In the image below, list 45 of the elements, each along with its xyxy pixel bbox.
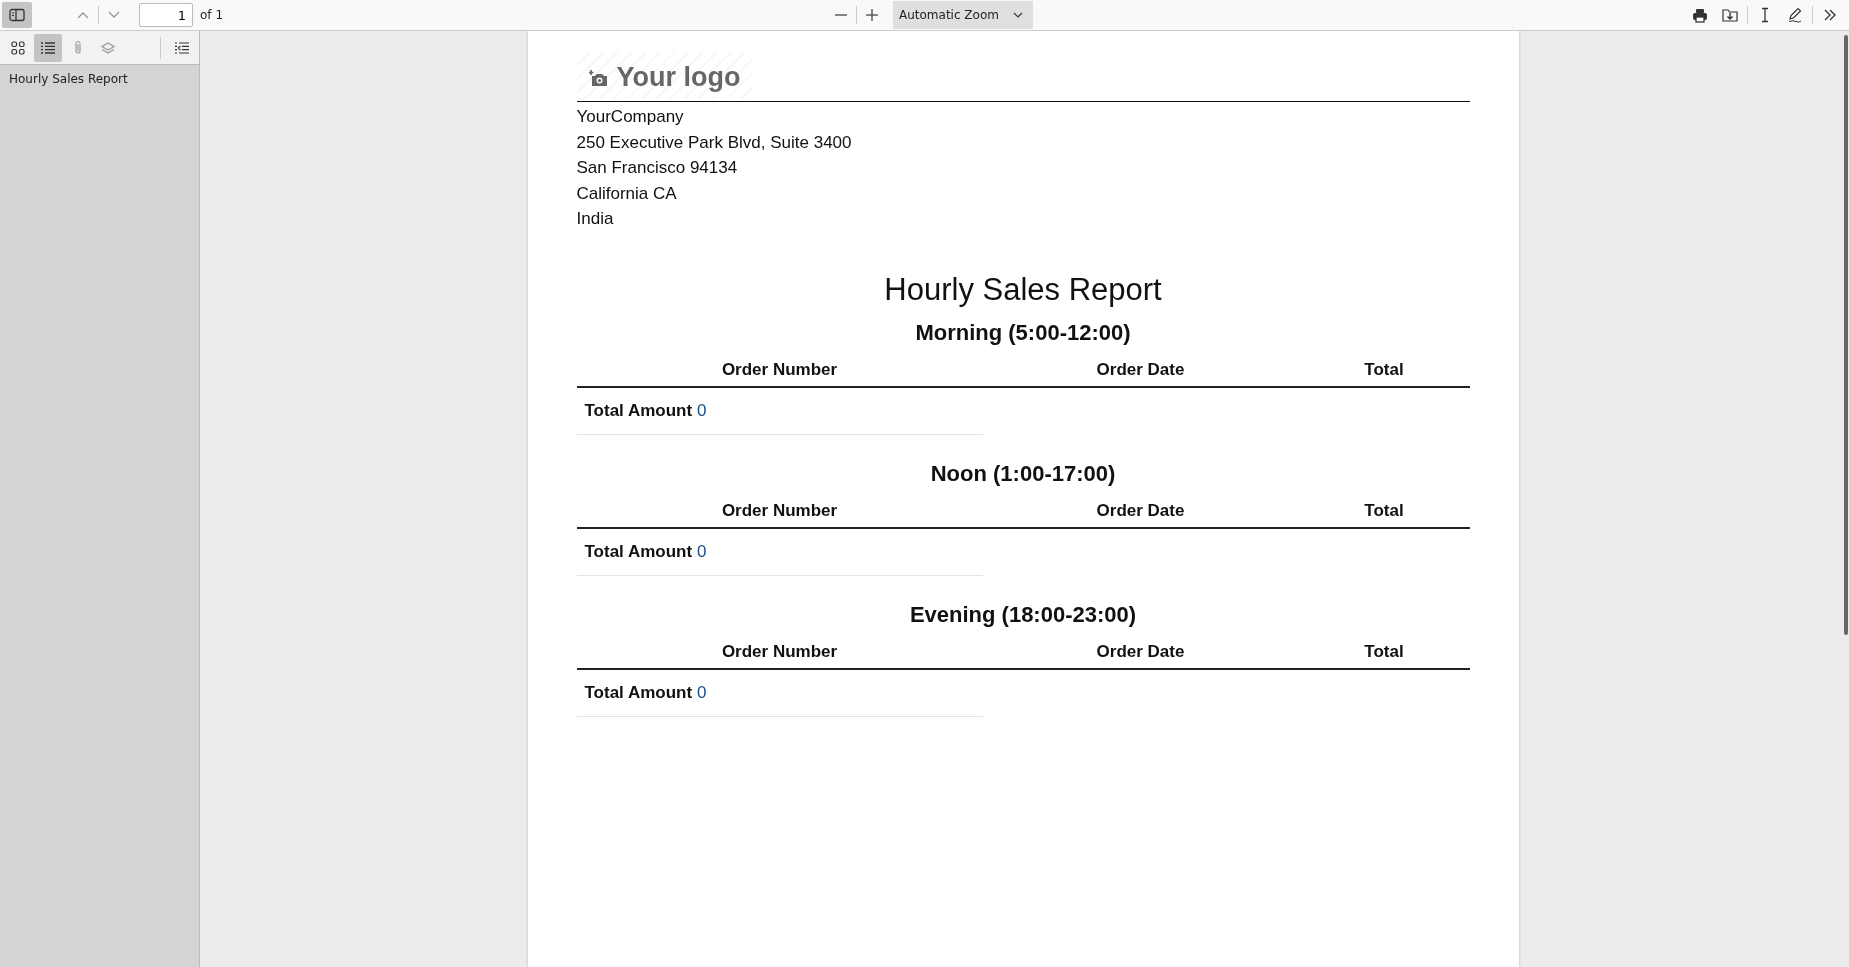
column-header: Total	[1298, 492, 1470, 528]
total-amount: Total Amount 0	[576, 527, 983, 575]
indented-list-icon	[174, 40, 190, 55]
chevron-down-icon	[107, 10, 121, 20]
column-header: Order Number	[576, 492, 983, 528]
page-number-field[interactable]: 1	[139, 3, 193, 27]
grid-icon	[11, 40, 25, 55]
column-header: Total	[1298, 633, 1470, 669]
printer-icon	[1692, 7, 1708, 23]
zoom-dropdown[interactable]: Automatic Zoom	[893, 1, 1033, 29]
paperclip-icon	[73, 39, 83, 56]
scrollbar-thumb[interactable]	[1844, 35, 1848, 635]
total-amount: Total Amount 0	[576, 668, 983, 716]
layers-icon	[100, 40, 116, 55]
double-chevron-icon	[1823, 9, 1837, 21]
camera-icon	[588, 68, 609, 87]
report-title: Hourly Sales Report	[883, 271, 1163, 308]
total-amount: Total Amount 0	[576, 386, 983, 434]
address-line: California CA	[576, 182, 678, 205]
column-header: Order Number	[576, 633, 983, 669]
logo-text: Your logo	[616, 62, 741, 93]
list-icon	[40, 40, 56, 55]
column-header: Total	[1298, 351, 1470, 387]
pen-icon	[1787, 7, 1803, 23]
sidebar-icon	[9, 8, 25, 22]
text-cursor-icon	[1759, 7, 1771, 23]
address-line: YourCompany	[576, 106, 685, 128]
address-line: 250 Executive Park Blvd, Suite 3400	[576, 131, 853, 154]
sidebar-toggle-button[interactable]	[2, 2, 32, 28]
chevron-up-icon	[76, 10, 90, 20]
page-count: of 1	[200, 8, 223, 22]
section-heading: Noon (1:00-17:00)	[929, 460, 1117, 487]
address-line: San Francisco 94134	[576, 157, 739, 179]
download-icon	[1722, 7, 1738, 23]
column-header: Order Date	[982, 492, 1299, 528]
outline-view-button[interactable]	[34, 33, 62, 62]
column-header: Order Number	[576, 351, 983, 387]
plus-icon	[865, 8, 879, 22]
section-heading: Morning (5:00-12:00)	[914, 319, 1132, 346]
column-header: Order Date	[982, 633, 1299, 669]
address-line: India	[576, 208, 615, 230]
caret-icon	[1013, 12, 1023, 18]
section-heading: Evening (18:00-23:00)	[908, 601, 1138, 628]
column-header: Order Date	[982, 351, 1299, 387]
outline-item[interactable]: Hourly Sales Report	[6, 70, 193, 88]
